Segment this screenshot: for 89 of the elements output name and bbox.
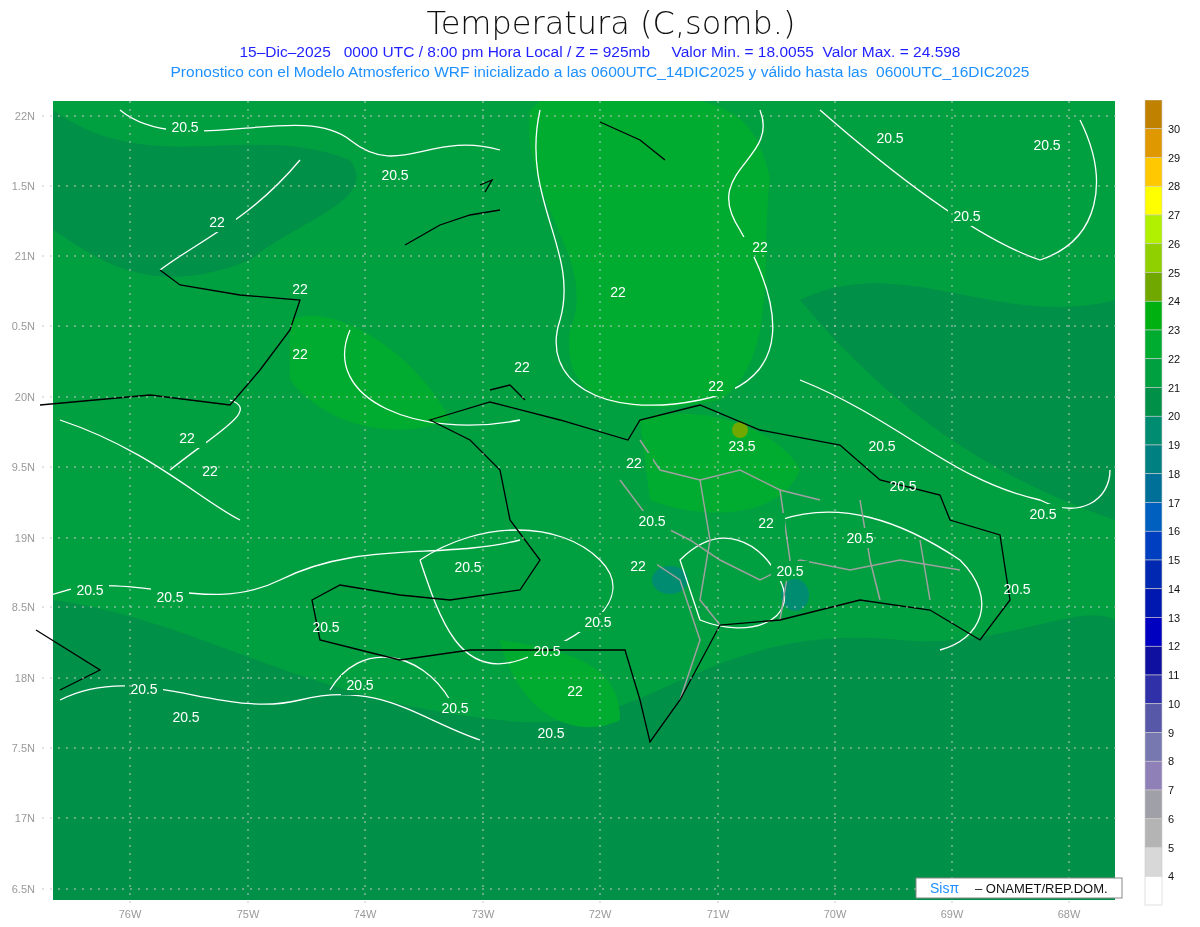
- chart-title: Temperatura (C,somb.): [426, 4, 796, 42]
- contour-label: 20.5: [76, 582, 104, 598]
- legend-value: 7: [1168, 784, 1175, 796]
- latitude-label: 17N: [14, 812, 35, 824]
- legend-value: 21: [1168, 381, 1181, 394]
- legend-value: 19: [1168, 439, 1181, 451]
- contour-label: 20.5: [846, 530, 874, 546]
- legend-value: 20: [1168, 410, 1181, 423]
- latitude-label: 9.5N: [11, 461, 35, 473]
- contour-label: 22: [758, 515, 774, 531]
- forecast-time-line: 15–Dic–2025 0000 UTC / 8:00 pm Hora Local / Z = 925mb Valor Min. = 18.0055 Valor Max. = 24.598: [239, 42, 961, 62]
- contour-label: 20.5: [533, 643, 561, 659]
- legend-value: 9: [1168, 726, 1175, 739]
- legend-value: 29: [1168, 151, 1181, 164]
- longitude-label: 68W: [1057, 908, 1081, 920]
- contour-label: 20.5: [1003, 581, 1031, 597]
- legend-value: 15: [1168, 554, 1181, 566]
- contour-label: 20.5: [381, 167, 409, 183]
- legend-value: 4: [1168, 870, 1175, 883]
- longitude-label: 69W: [940, 908, 964, 920]
- latitude-label: 19N: [14, 532, 35, 544]
- contour-label: 22: [708, 378, 724, 394]
- contour-label: 20.5: [953, 208, 981, 224]
- legend-value: 16: [1168, 525, 1181, 538]
- contour-label: 20.5: [172, 709, 200, 725]
- contour-label: 22: [292, 281, 308, 297]
- longitude-label: 70W: [823, 908, 847, 920]
- contour-label: 22: [202, 463, 218, 479]
- legend-value: 10: [1168, 697, 1181, 710]
- contour-label: 22: [514, 359, 530, 375]
- contour-label: 22: [626, 455, 642, 471]
- contour-label: 22: [179, 430, 195, 446]
- legend-value: 12: [1168, 640, 1181, 653]
- latitude-label: 20N: [14, 391, 35, 403]
- longitude-label: 76W: [118, 908, 142, 920]
- legend-value: 17: [1168, 496, 1181, 509]
- contour-label: 22: [209, 214, 225, 230]
- contour-label: 22: [630, 558, 646, 574]
- contour-label: 22: [292, 346, 308, 362]
- latitude-label: 22N: [14, 110, 35, 122]
- contour-label: 22: [567, 683, 583, 699]
- latitude-label: 21N: [14, 250, 35, 262]
- latitude-label: 0.5N: [11, 320, 35, 332]
- longitude-label: 75W: [236, 908, 260, 920]
- longitude-label: 71W: [706, 908, 730, 920]
- legend-value: 14: [1168, 582, 1181, 595]
- latitude-label: 8.5N: [11, 601, 35, 613]
- legend-value: 8: [1168, 755, 1175, 768]
- credit-label: Sisπ – ONAMET/REP.DOM.: [915, 877, 1123, 899]
- latitude-label: 7.5N: [11, 742, 35, 754]
- longitude-label: 74W: [353, 908, 377, 920]
- longitude-label: 72W: [588, 908, 612, 920]
- legend-value: 18: [1168, 467, 1181, 480]
- legend-value: 24: [1168, 295, 1181, 308]
- legend-value: 25: [1168, 266, 1181, 279]
- legend-value: 11: [1168, 669, 1180, 681]
- latitude-label: 6.5N: [11, 883, 35, 895]
- contour-label: 20.5: [889, 478, 917, 494]
- contour-label: 20.5: [868, 438, 896, 454]
- contour-label: 20.5: [156, 589, 184, 605]
- legend-value: 27: [1168, 209, 1181, 221]
- contour-label: 20.5: [537, 725, 565, 741]
- legend-value: 5: [1168, 841, 1175, 854]
- contour-label: 22: [610, 284, 626, 300]
- legend-value: 13: [1168, 611, 1181, 624]
- contour-label: 23.5: [728, 438, 756, 454]
- contour-label: 22: [752, 239, 768, 255]
- contour-label: 20.5: [346, 677, 374, 693]
- contour-label: 20.5: [1029, 506, 1057, 522]
- contour-label: 20.5: [776, 563, 804, 579]
- contour-label: 20.5: [638, 513, 666, 529]
- contour-label: 20.5: [171, 119, 199, 135]
- contour-label: 20.5: [441, 700, 469, 716]
- contour-label: 20.5: [1033, 137, 1061, 153]
- legend-value: 22: [1168, 352, 1181, 365]
- contour-label: 20.5: [312, 619, 340, 635]
- legend-value: 6: [1168, 812, 1175, 825]
- contour-label: 20.5: [876, 130, 904, 146]
- latitude-label: 18N: [14, 672, 35, 684]
- legend-value: 30: [1168, 122, 1181, 135]
- longitude-label: 73W: [471, 908, 495, 920]
- legend-value: 26: [1168, 237, 1181, 250]
- legend-value: 28: [1168, 180, 1181, 193]
- contour-label: 20.5: [584, 614, 612, 630]
- latitude-label: 1.5N: [11, 180, 35, 192]
- legend-value: 23: [1168, 324, 1181, 336]
- contour-label: 20.5: [130, 681, 158, 697]
- contour-label: 20.5: [454, 559, 482, 575]
- model-note: Pronostico con el Modelo Atmosferico WRF inicializado a las 0600UTC_14DIC2025 y válido hasta las 0600UTC_16DIC2025: [170, 62, 1030, 82]
